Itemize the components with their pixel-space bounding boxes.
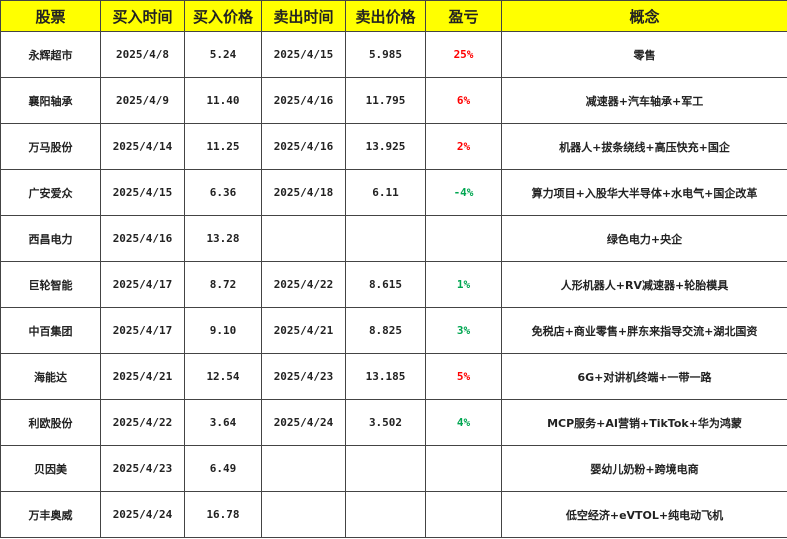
buy-date-cell[interactable]: 2025/4/8: [100, 31, 185, 78]
buy-price-cell[interactable]: 9.10: [184, 307, 262, 354]
table-row: 万丰奥威 2025/4/24 16.78 低空经济+eVTOL+纯电动飞机: [0, 491, 787, 538]
buy-date-cell[interactable]: 2025/4/23: [100, 445, 185, 492]
concept-cell[interactable]: 低空经济+eVTOL+纯电动飞机: [501, 491, 787, 538]
header-buy-date[interactable]: 买入时间: [100, 0, 185, 32]
buy-date-cell[interactable]: 2025/4/17: [100, 307, 185, 354]
sell-price-cell[interactable]: 5.985: [345, 31, 426, 78]
stock-name-cell[interactable]: 广安爱众: [0, 169, 101, 216]
sell-date-cell[interactable]: 2025/4/23: [261, 353, 346, 400]
table-row: 永辉超市 2025/4/8 5.24 2025/4/15 5.985 25% 零售: [0, 31, 787, 78]
sell-date-cell[interactable]: 2025/4/24: [261, 399, 346, 446]
table-row: 中百集团 2025/4/17 9.10 2025/4/21 8.825 3% 免税店+商业零…: [0, 307, 787, 354]
sell-price-cell[interactable]: [345, 445, 426, 492]
sell-date-cell[interactable]: 2025/4/16: [261, 123, 346, 170]
buy-date-cell[interactable]: 2025/4/9: [100, 77, 185, 124]
stock-name-cell[interactable]: 襄阳轴承: [0, 77, 101, 124]
buy-price-cell[interactable]: 6.49: [184, 445, 262, 492]
stock-name-cell[interactable]: 利欧股份: [0, 399, 101, 446]
sell-date-cell[interactable]: 2025/4/21: [261, 307, 346, 354]
buy-price-cell[interactable]: 12.54: [184, 353, 262, 400]
buy-date-cell[interactable]: 2025/4/16: [100, 215, 185, 262]
table-row: 贝因美 2025/4/23 6.49 婴幼儿奶粉+跨境电商: [0, 445, 787, 492]
stock-name-cell[interactable]: 巨轮智能: [0, 261, 101, 308]
header-concept[interactable]: 概念: [501, 0, 787, 32]
concept-cell[interactable]: 婴幼儿奶粉+跨境电商: [501, 445, 787, 492]
pnl-cell[interactable]: 6%: [425, 77, 502, 124]
concept-cell[interactable]: 人形机器人+RV减速器+轮胎模具: [501, 261, 787, 308]
table-row: 西昌电力 2025/4/16 13.28 绿色电力+央企: [0, 215, 787, 262]
stock-name-cell[interactable]: 万丰奥威: [0, 491, 101, 538]
concept-cell[interactable]: 机器人+拔条绕线+高压快充+国企: [501, 123, 787, 170]
stock-name-cell[interactable]: 西昌电力: [0, 215, 101, 262]
table-row: 广安爱众 2025/4/15 6.36 2025/4/18 6.11 -4% 算力项目+入股…: [0, 169, 787, 216]
header-buy-price[interactable]: 买入价格: [184, 0, 262, 32]
buy-price-cell[interactable]: 16.78: [184, 491, 262, 538]
sell-date-cell[interactable]: 2025/4/22: [261, 261, 346, 308]
stock-name-cell[interactable]: 万马股份: [0, 123, 101, 170]
sell-price-cell[interactable]: 3.502: [345, 399, 426, 446]
sell-date-cell[interactable]: 2025/4/15: [261, 31, 346, 78]
table-row: 万马股份 2025/4/14 11.25 2025/4/16 13.925 2% 机器人+拔…: [0, 123, 787, 170]
pnl-cell[interactable]: 4%: [425, 399, 502, 446]
sell-price-cell[interactable]: [345, 215, 426, 262]
concept-cell[interactable]: 算力项目+入股华大半导体+水电气+国企改革: [501, 169, 787, 216]
buy-date-cell[interactable]: 2025/4/22: [100, 399, 185, 446]
buy-price-cell[interactable]: 8.72: [184, 261, 262, 308]
buy-date-cell[interactable]: 2025/4/21: [100, 353, 185, 400]
sell-price-cell[interactable]: 13.185: [345, 353, 426, 400]
concept-cell[interactable]: 绿色电力+央企: [501, 215, 787, 262]
sell-date-cell[interactable]: [261, 215, 346, 262]
stock-name-cell[interactable]: 海能达: [0, 353, 101, 400]
sell-date-cell[interactable]: [261, 491, 346, 538]
sell-price-cell[interactable]: 13.925: [345, 123, 426, 170]
pnl-cell[interactable]: -4%: [425, 169, 502, 216]
concept-cell[interactable]: 免税店+商业零售+胖东来指导交流+湖北国资: [501, 307, 787, 354]
stock-name-cell[interactable]: 中百集团: [0, 307, 101, 354]
buy-date-cell[interactable]: 2025/4/24: [100, 491, 185, 538]
header-sell-date[interactable]: 卖出时间: [261, 0, 346, 32]
buy-price-cell[interactable]: 5.24: [184, 31, 262, 78]
concept-cell[interactable]: 零售: [501, 31, 787, 78]
pnl-cell[interactable]: 2%: [425, 123, 502, 170]
concept-cell[interactable]: MCP服务+AI营销+TikTok+华为鸿蒙: [501, 399, 787, 446]
trade-table: 股票 买入时间 买入价格 卖出时间 卖出价格 盈亏 概念 永辉超市 2025/4/…: [0, 0, 787, 538]
sell-price-cell[interactable]: 8.615: [345, 261, 426, 308]
pnl-cell[interactable]: 5%: [425, 353, 502, 400]
header-stock[interactable]: 股票: [0, 0, 101, 32]
table-row: 巨轮智能 2025/4/17 8.72 2025/4/22 8.615 1% 人形机器人+R…: [0, 261, 787, 308]
pnl-cell[interactable]: [425, 491, 502, 538]
buy-date-cell[interactable]: 2025/4/14: [100, 123, 185, 170]
header-row: 股票 买入时间 买入价格 卖出时间 卖出价格 盈亏 概念: [0, 0, 787, 32]
sell-price-cell[interactable]: 8.825: [345, 307, 426, 354]
table-row: 襄阳轴承 2025/4/9 11.40 2025/4/16 11.795 6% 减速器+汽车…: [0, 77, 787, 124]
pnl-cell[interactable]: 3%: [425, 307, 502, 354]
sell-price-cell[interactable]: [345, 491, 426, 538]
sell-date-cell[interactable]: 2025/4/18: [261, 169, 346, 216]
pnl-cell[interactable]: 25%: [425, 31, 502, 78]
sell-price-cell[interactable]: 6.11: [345, 169, 426, 216]
concept-cell[interactable]: 6G+对讲机终端+一带一路: [501, 353, 787, 400]
sell-date-cell[interactable]: 2025/4/16: [261, 77, 346, 124]
sell-price-cell[interactable]: 11.795: [345, 77, 426, 124]
buy-price-cell[interactable]: 6.36: [184, 169, 262, 216]
header-sell-price[interactable]: 卖出价格: [345, 0, 426, 32]
concept-cell[interactable]: 减速器+汽车轴承+军工: [501, 77, 787, 124]
buy-date-cell[interactable]: 2025/4/15: [100, 169, 185, 216]
pnl-cell[interactable]: [425, 215, 502, 262]
buy-price-cell[interactable]: 11.40: [184, 77, 262, 124]
stock-name-cell[interactable]: 贝因美: [0, 445, 101, 492]
buy-price-cell[interactable]: 11.25: [184, 123, 262, 170]
stock-name-cell[interactable]: 永辉超市: [0, 31, 101, 78]
pnl-cell[interactable]: [425, 445, 502, 492]
table-row: 海能达 2025/4/21 12.54 2025/4/23 13.185 5% 6G+对讲机…: [0, 353, 787, 400]
buy-price-cell[interactable]: 3.64: [184, 399, 262, 446]
sell-date-cell[interactable]: [261, 445, 346, 492]
buy-date-cell[interactable]: 2025/4/17: [100, 261, 185, 308]
buy-price-cell[interactable]: 13.28: [184, 215, 262, 262]
table-row: 利欧股份 2025/4/22 3.64 2025/4/24 3.502 4% MCP服务+A…: [0, 399, 787, 446]
header-pnl[interactable]: 盈亏: [425, 0, 502, 32]
pnl-cell[interactable]: 1%: [425, 261, 502, 308]
